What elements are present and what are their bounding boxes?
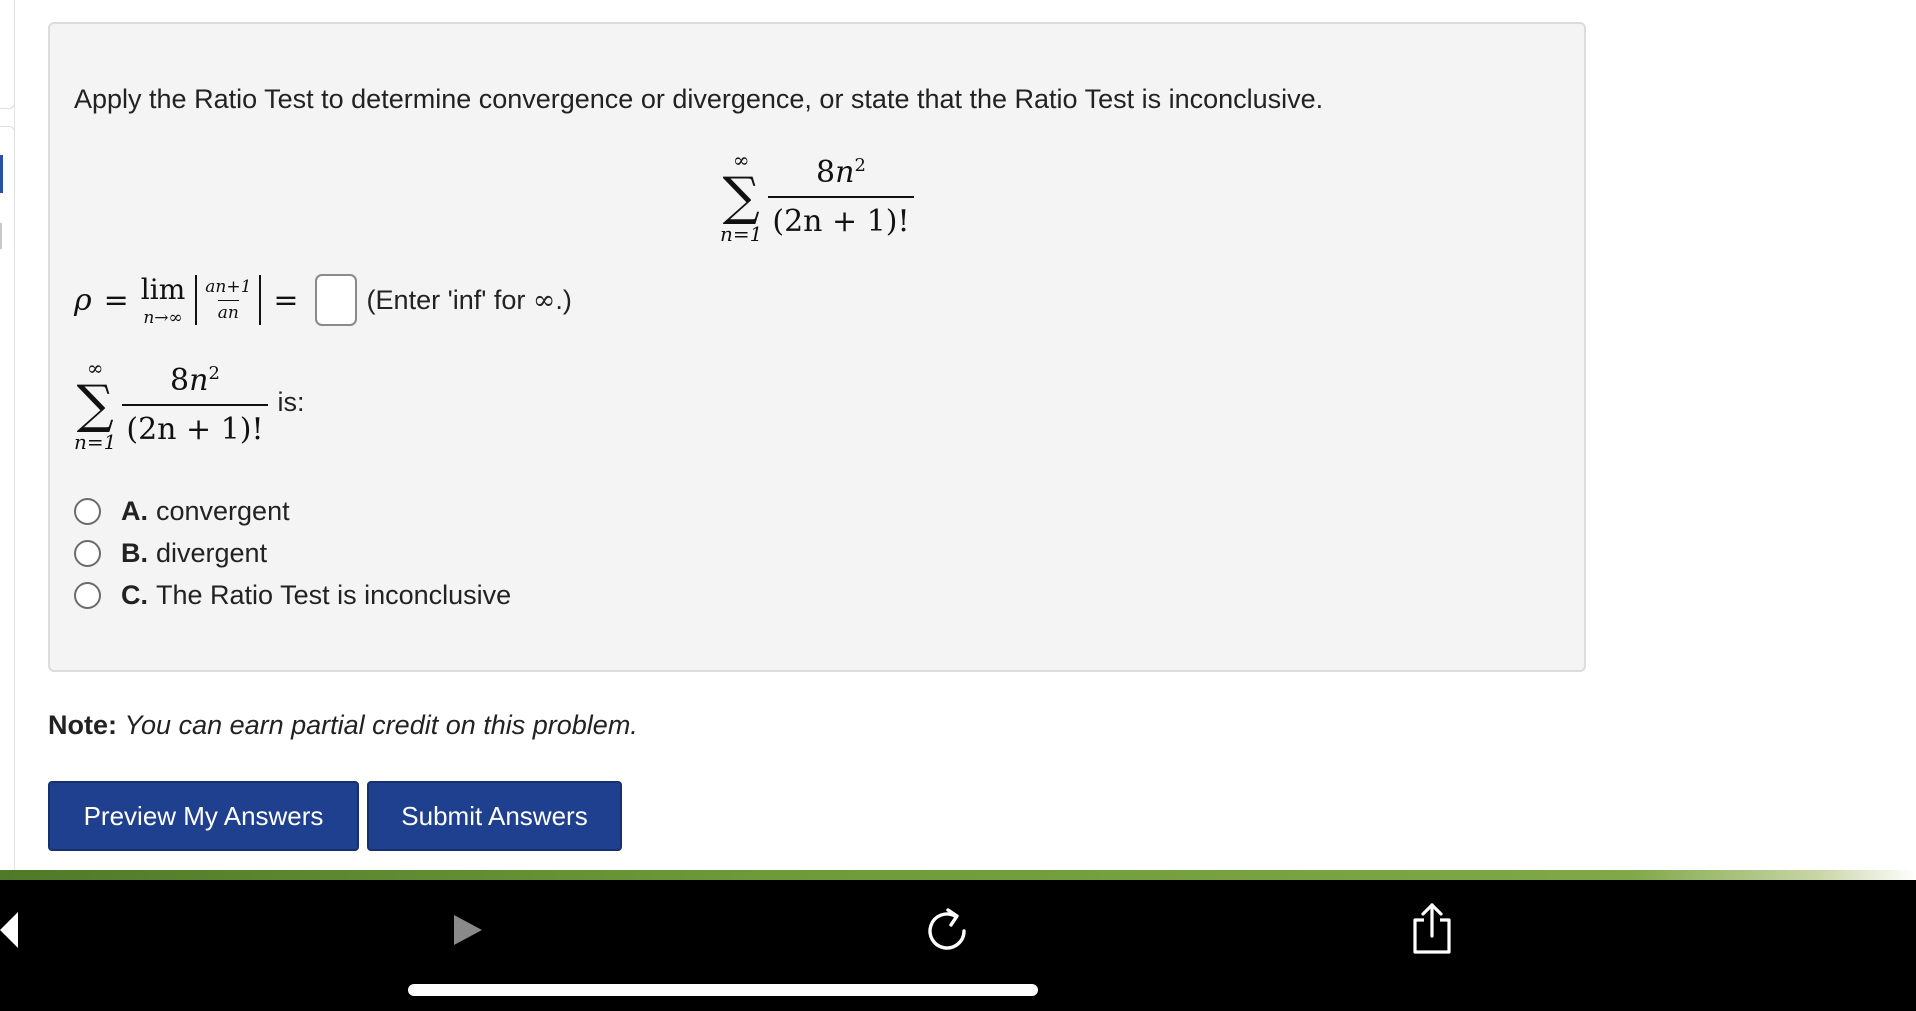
ratio-fraction: an+1 an — [205, 277, 251, 323]
divider-bar — [0, 870, 1916, 880]
radio-button[interactable] — [74, 581, 101, 609]
lim-subscript: n→∞ — [143, 307, 183, 328]
option-a[interactable]: A. convergent — [74, 490, 511, 532]
option-text: divergent — [156, 537, 268, 568]
summation: ∞ ∑ n=1 — [74, 358, 116, 452]
series-question: ∞ ∑ n=1 8n2 (2n + 1)! is: — [74, 358, 305, 452]
sum-lower-limit: n=1 — [720, 222, 763, 246]
ratio-denominator: an — [217, 300, 239, 323]
partial-credit-note: Note: You can earn partial credit on thi… — [48, 710, 638, 741]
radio-button[interactable] — [74, 539, 101, 567]
reload-icon[interactable] — [924, 904, 970, 954]
limit: lim n→∞ — [141, 273, 185, 328]
option-letter: A. — [121, 495, 148, 526]
active-indicator — [0, 155, 3, 193]
option-b[interactable]: B. divergent — [74, 532, 511, 574]
fraction-denominator: (2n + 1)! — [768, 196, 914, 239]
note-label: Note: — [48, 710, 117, 740]
fraction-numerator: 8n2 — [816, 155, 866, 190]
rho-answer-input[interactable] — [314, 274, 357, 326]
ratio-test-expression: ρ = lim n→∞ an+1 an = (Enter 'inf' for ∞… — [74, 268, 572, 332]
series-fraction: 8n2 (2n + 1)! — [768, 155, 914, 239]
equals-sign: = — [103, 282, 129, 318]
option-letter: C. — [121, 579, 148, 610]
share-icon[interactable] — [1410, 902, 1454, 956]
submit-answers-button[interactable]: Submit Answers — [367, 781, 622, 851]
preview-answers-button[interactable]: Preview My Answers — [48, 781, 359, 851]
left-panel-tab[interactable] — [0, 0, 15, 109]
forward-icon[interactable] — [452, 913, 484, 947]
lim-word: lim — [140, 272, 186, 306]
sigma-symbol: ∑ — [722, 167, 760, 227]
is-label: is: — [277, 386, 305, 417]
absolute-value: an+1 an — [195, 275, 262, 325]
series-fraction: 8n2 (2n + 1)! — [122, 363, 268, 447]
sigma-symbol: ∑ — [76, 375, 114, 435]
browser-toolbar — [0, 880, 1916, 1011]
option-c[interactable]: C. The Ratio Test is inconclusive — [74, 574, 511, 616]
ratio-numerator: an+1 — [205, 277, 252, 297]
rho-symbol: ρ — [74, 282, 92, 318]
problem-prompt: Apply the Ratio Test to determine conver… — [74, 84, 1324, 114]
tab-indicator — [0, 223, 2, 249]
back-icon[interactable] — [0, 910, 20, 950]
sum-lower-limit: n=1 — [74, 430, 117, 454]
answer-options: A. convergent B. divergent C. The Ratio … — [74, 490, 511, 616]
radio-button[interactable] — [74, 497, 101, 525]
series-display: ∞ ∑ n=1 8n2 (2n + 1)! — [720, 150, 914, 244]
note-text: You can earn partial credit on this prob… — [124, 710, 638, 740]
option-text: convergent — [156, 495, 290, 526]
answer-hint: (Enter 'inf' for ∞.) — [366, 284, 572, 316]
equals-sign: = — [273, 282, 299, 318]
fraction-numerator: 8n2 — [170, 363, 220, 398]
option-text: The Ratio Test is inconclusive — [156, 579, 512, 610]
option-letter: B. — [121, 537, 148, 568]
summation: ∞ ∑ n=1 — [720, 150, 762, 244]
home-indicator — [408, 984, 1038, 996]
left-panel-tab[interactable] — [0, 126, 15, 249]
fraction-denominator: (2n + 1)! — [122, 404, 268, 447]
